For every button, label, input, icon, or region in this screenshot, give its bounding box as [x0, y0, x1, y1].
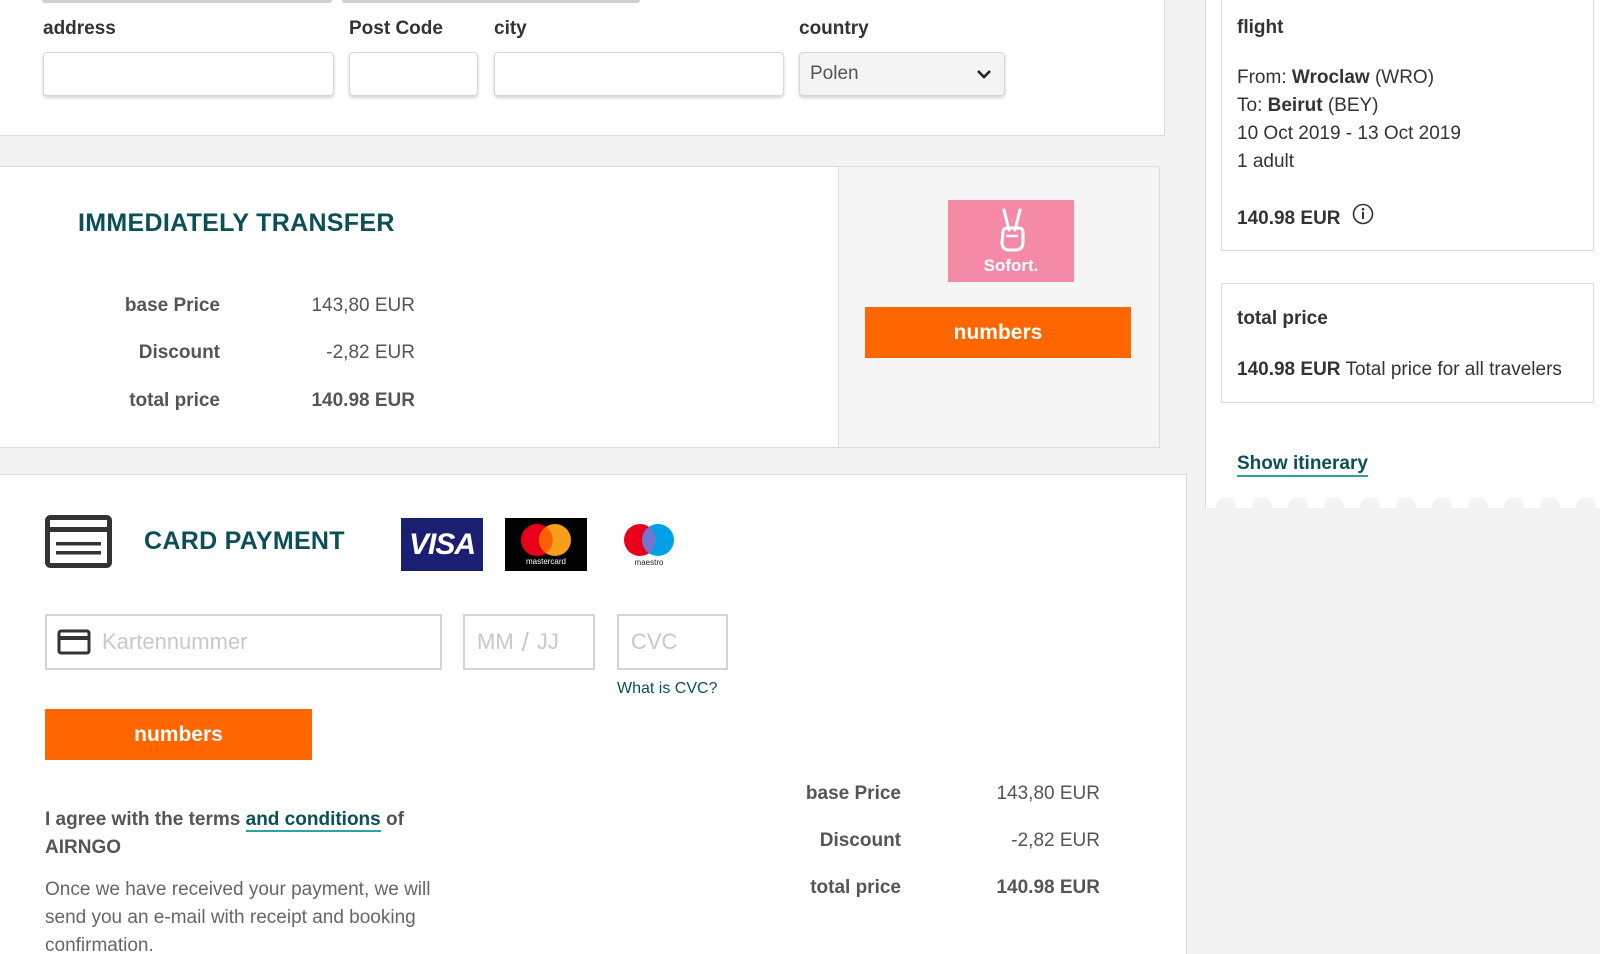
- flight-passengers: 1 adult: [1237, 151, 1295, 172]
- country-label: country: [799, 18, 869, 39]
- ticket-edge-notch: [1540, 497, 1560, 517]
- sofort-logo-text: Sofort.: [983, 256, 1039, 275]
- mastercard-circles-icon: [521, 524, 571, 556]
- visa-logo-text: VISA: [408, 527, 476, 561]
- card-base-price-value: 143,80: [996, 783, 1055, 804]
- flight-to: To: Beirut (BEY): [1237, 92, 1379, 120]
- mastercard-logo-text: mastercard: [525, 557, 566, 566]
- maestro-circles-icon: [624, 524, 674, 556]
- transfer-base-price-label: base Price: [124, 295, 220, 316]
- mastercard-logo: mastercard: [505, 518, 587, 571]
- flight-from: From: Wroclaw (WRO): [1237, 64, 1434, 92]
- transfer-discount: -2,82 EUR: [215, 342, 415, 364]
- info-icon[interactable]: [1352, 203, 1374, 225]
- card-discount-label: Discount: [819, 830, 901, 851]
- card-pay-button[interactable]: numbers: [45, 709, 312, 760]
- total-price-value: 140.98 EUR: [1237, 359, 1341, 380]
- expiry-month-placeholder: MM: [477, 629, 514, 654]
- transfer-total-value: 140.98 EUR: [311, 390, 415, 411]
- terms-conditions-link[interactable]: and conditions: [245, 809, 381, 832]
- address-input[interactable]: [43, 52, 334, 96]
- card-base-price-label: base Price: [805, 783, 901, 804]
- terms-suffix: of: [386, 809, 404, 830]
- expiry-year-placeholder: JJ: [536, 629, 559, 654]
- card-number-placeholder: Kartennummer: [102, 629, 248, 654]
- show-itinerary-link[interactable]: Show itinerary: [1237, 453, 1368, 477]
- card-discount: -2,82 EUR: [900, 830, 1100, 852]
- visa-logo: VISA: [401, 518, 483, 571]
- ticket-edge-notch: [1252, 497, 1272, 517]
- sofort-logo: Sofort.: [948, 200, 1074, 282]
- from-code: (WRO): [1374, 67, 1435, 88]
- terms-company: AIRNGO: [45, 837, 121, 858]
- maestro-logo-text: maestro: [634, 558, 664, 567]
- transfer-base-price: 143,80 EUR: [215, 295, 415, 317]
- postcode-label: Post Code: [349, 18, 443, 39]
- currency: EUR: [1059, 783, 1100, 804]
- from-city: Wroclaw: [1291, 67, 1370, 88]
- transfer-total-label: total price: [129, 390, 220, 411]
- total-price-box: [1221, 283, 1594, 403]
- payment-info-text: Once we have received your payment, we w…: [45, 879, 431, 954]
- currency: EUR: [374, 342, 415, 363]
- ticket-edge-notch: [1576, 497, 1596, 517]
- credit-card-icon: [45, 515, 112, 568]
- ticket-edge-notch: [1216, 497, 1236, 517]
- field-edge: [42, 0, 332, 3]
- ticket-edge-notch: [1468, 497, 1488, 517]
- ticket-edge-notch: [1324, 497, 1344, 517]
- city-label: city: [494, 18, 527, 39]
- ticket-edge-notch: [1360, 497, 1380, 517]
- country-select[interactable]: Polen: [799, 52, 1005, 96]
- to-code: (BEY): [1327, 95, 1379, 116]
- ticket-edge-notch: [1396, 497, 1416, 517]
- maestro-logo: maestro: [614, 518, 696, 571]
- card-discount-value: -2,82: [1011, 830, 1055, 851]
- currency: EUR: [1059, 830, 1100, 851]
- chevron-down-icon: [977, 70, 991, 79]
- to-city: Beirut: [1267, 95, 1323, 116]
- terms-text: I agree with the terms and conditions of…: [45, 806, 445, 862]
- transfer-discount-label: Discount: [138, 342, 220, 363]
- cvc-help-link[interactable]: What is CVC?: [617, 680, 717, 698]
- cvc-input[interactable]: CVC: [617, 614, 728, 670]
- card-total-label: total price: [810, 877, 901, 898]
- terms-prefix: I agree with the terms: [45, 809, 241, 830]
- total-price-note: Total price for all travelers: [1345, 359, 1562, 380]
- to-label: To:: [1237, 95, 1263, 116]
- card-payment-title: CARD PAYMENT: [144, 527, 345, 555]
- expiry-input[interactable]: MM / JJ: [463, 614, 595, 670]
- flight-dates: 10 Oct 2019 - 13 Oct 2019: [1237, 123, 1461, 144]
- card-number-icon: [57, 629, 91, 655]
- flight-title: flight: [1237, 17, 1284, 38]
- postcode-input[interactable]: [349, 52, 478, 96]
- total-price-line: 140.98 EUR Total price for all travelers: [1237, 356, 1562, 384]
- field-edge: [342, 0, 640, 3]
- card-base-price: 143,80 EUR: [900, 783, 1100, 805]
- total-price-title: total price: [1237, 308, 1328, 329]
- country-value: Polen: [810, 63, 859, 84]
- currency: EUR: [374, 295, 415, 316]
- ticket-edge-notch: [1504, 497, 1524, 517]
- peace-hand-icon: [1000, 208, 1025, 252]
- from-label: From:: [1237, 67, 1287, 88]
- transfer-base-price-value: 143,80: [311, 295, 370, 316]
- ticket-edge-notch: [1432, 497, 1452, 517]
- city-input[interactable]: [494, 52, 784, 96]
- transfer-discount-value: -2,82: [326, 342, 370, 363]
- cvc-placeholder: CVC: [631, 629, 678, 654]
- transfer-title: IMMEDIATELY TRANSFER: [78, 209, 395, 237]
- card-number-input[interactable]: Kartennummer: [45, 614, 442, 670]
- ticket-edge-notch: [1288, 497, 1308, 517]
- expiry-separator: /: [521, 626, 529, 657]
- sofort-pay-button[interactable]: numbers: [865, 307, 1131, 358]
- card-total-value: 140.98 EUR: [996, 877, 1100, 898]
- flight-price: 140.98 EUR: [1237, 208, 1341, 229]
- address-label: address: [43, 18, 116, 39]
